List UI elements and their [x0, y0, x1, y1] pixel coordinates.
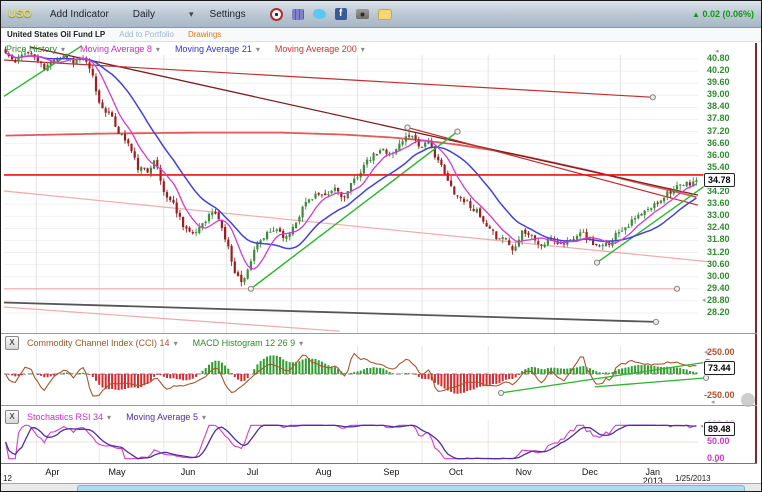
chevron-down-icon: ▾ [189, 9, 194, 20]
x-axis-month-label: Dec [573, 467, 607, 477]
y-axis-label: 50.00 [707, 436, 730, 446]
indicator-stoch-ma5[interactable]: Moving Average 5 ▾ [126, 412, 206, 422]
instrument-name: United States Oil Fund LP [7, 30, 105, 39]
y-axis-label: 28.80 [707, 295, 730, 305]
axis-marker-icon: ◂ [704, 348, 708, 356]
indicator-label: Stochastics RSI 34 [27, 412, 103, 422]
x-axis-month-label: Oct [439, 467, 473, 477]
period-value: Daily [133, 9, 155, 20]
y-axis-label: 33.00 [707, 210, 730, 220]
indicator-ma8[interactable]: Moving Average 8 ▾ [80, 44, 160, 54]
y-axis-label: 36.60 [707, 138, 730, 148]
y-axis-label: 28.20 [707, 307, 730, 317]
y-axis-label: 33.60 [707, 198, 730, 208]
indicator-label: Price History [6, 44, 57, 54]
y-axis-label: 37.20 [707, 126, 730, 136]
pane-separator [1, 463, 757, 464]
x-axis-month-label: May [100, 467, 134, 477]
twitter-icon[interactable] [313, 9, 326, 19]
toolbar: USO Add Indicator Daily ▾ Settings f ▲ 0… [1, 1, 761, 28]
drawings-button[interactable]: Drawings [188, 30, 221, 39]
facebook-icon[interactable]: f [335, 8, 347, 20]
indicator-label: Moving Average 5 [126, 412, 198, 422]
y-axis-label: 39.00 [707, 89, 730, 99]
period-dropdown[interactable]: Daily ▾ [133, 9, 194, 20]
stoch-indicator-row: X Stochastics RSI 34 ▾ Moving Average 5 … [5, 410, 221, 424]
indicator-price-history[interactable]: Price History ▾ [6, 44, 65, 54]
chevron-down-icon: ▾ [361, 45, 365, 54]
y-axis-label: 39.60 [707, 77, 730, 87]
indicator-cci[interactable]: Commodity Channel Index (CCI) 14 ▾ [27, 338, 178, 348]
x-axis-month-label: Aug [307, 467, 341, 477]
y-axis-label: 31.20 [707, 247, 730, 257]
x-axis-month-label: Jul [236, 467, 270, 477]
indicator-macd-histogram[interactable]: MACD Histogram 12 26 9 ▾ [193, 338, 304, 348]
y-axis-label: 29.40 [707, 283, 730, 293]
indicator-label: Commodity Channel Index (CCI) 14 [27, 338, 170, 348]
scrollbar-track[interactable] [1, 483, 761, 492]
chevron-down-icon: ▾ [107, 413, 111, 422]
x-axis-month-label: Apr [35, 467, 69, 477]
y-axis-label: 40.20 [707, 65, 730, 75]
chat-icon[interactable] [378, 9, 392, 20]
chevron-down-icon: ▾ [174, 339, 178, 348]
stoch-value-badge: 89.48 [704, 422, 735, 436]
y-axis-label: 37.80 [707, 113, 730, 123]
price-chart-canvas[interactable] [1, 43, 762, 334]
last-date-label: 1/25/2013 [675, 474, 711, 483]
chevron-down-icon: ▾ [61, 45, 65, 54]
x-axis-month-label: Sep [374, 467, 408, 477]
axis-marker-icon: ◂ [700, 422, 704, 430]
price-indicator-row: Price History ▾ Moving Average 8 ▾ Movin… [6, 44, 380, 54]
close-cci-pane-button[interactable]: X [5, 336, 19, 350]
add-to-portfolio-button[interactable]: Add to Portfolio [119, 30, 174, 39]
y-axis-label: 250.00 [707, 347, 735, 357]
chevron-down-icon: ▾ [299, 339, 303, 348]
y-axis-label: 38.40 [707, 101, 730, 111]
indicator-label: Moving Average 8 [80, 44, 152, 54]
indicator-ma200[interactable]: Moving Average 200 ▾ [275, 44, 365, 54]
clock-icon[interactable] [270, 8, 283, 21]
cci-indicator-row: X Commodity Channel Index (CCI) 14 ▾ MAC… [5, 336, 318, 350]
subheader: United States Oil Fund LP Add to Portfol… [1, 28, 761, 42]
camera-icon[interactable] [356, 9, 369, 19]
scrollbar-thumb[interactable] [77, 485, 745, 492]
pane-separator[interactable] [1, 333, 757, 334]
add-indicator-button[interactable]: Add Indicator [50, 9, 109, 20]
indicator-label: Moving Average 200 [275, 44, 357, 54]
close-stoch-pane-button[interactable]: X [5, 410, 19, 424]
x-axis-month-label: Nov [507, 467, 541, 477]
symbol-label: USO [8, 8, 32, 20]
chevron-down-icon: ▾ [156, 45, 160, 54]
y-axis-label: 35.40 [707, 162, 730, 172]
chevron-down-icon: ▾ [256, 45, 260, 54]
indicator-stoch-rsi[interactable]: Stochastics RSI 34 ▾ [27, 412, 111, 422]
resize-handle-icon[interactable] [741, 393, 755, 407]
chart-right-border [755, 43, 757, 464]
y-axis-label: 30.00 [707, 271, 730, 281]
y-axis-label: 36.00 [707, 150, 730, 160]
x-axis-month-label: Jun [171, 467, 205, 477]
quote-change-value: 0.02 (0.06%) [702, 9, 754, 19]
indicator-ma21[interactable]: Moving Average 21 ▾ [175, 44, 260, 54]
y-axis-label: 34.20 [707, 186, 730, 196]
y-axis-label: 31.80 [707, 234, 730, 244]
settings-button[interactable]: Settings [210, 9, 246, 20]
indicator-label: MACD Histogram 12 26 9 [193, 338, 296, 348]
chevron-down-icon: ▾ [202, 413, 206, 422]
library-icon[interactable] [292, 9, 304, 20]
chart-window: USO Add Indicator Daily ▾ Settings f ▲ 0… [0, 0, 762, 492]
up-arrow-icon: ▲ [692, 10, 700, 19]
indicator-label: Moving Average 21 [175, 44, 252, 54]
year-start-label: 12 [3, 474, 12, 483]
last-price-badge: 34.78 [704, 173, 735, 187]
quote-change: ▲ 0.02 (0.06%) [692, 9, 754, 19]
y-axis-label: 32.40 [707, 222, 730, 232]
y-axis-label: 30.60 [707, 259, 730, 269]
pane-separator[interactable] [1, 405, 757, 406]
axis-marker-icon: ◂ [702, 296, 706, 304]
y-axis-label: -250.00 [704, 390, 735, 400]
axis-marker-icon: ◂ [715, 47, 719, 55]
cci-value-badge: 73.44 [704, 361, 735, 375]
